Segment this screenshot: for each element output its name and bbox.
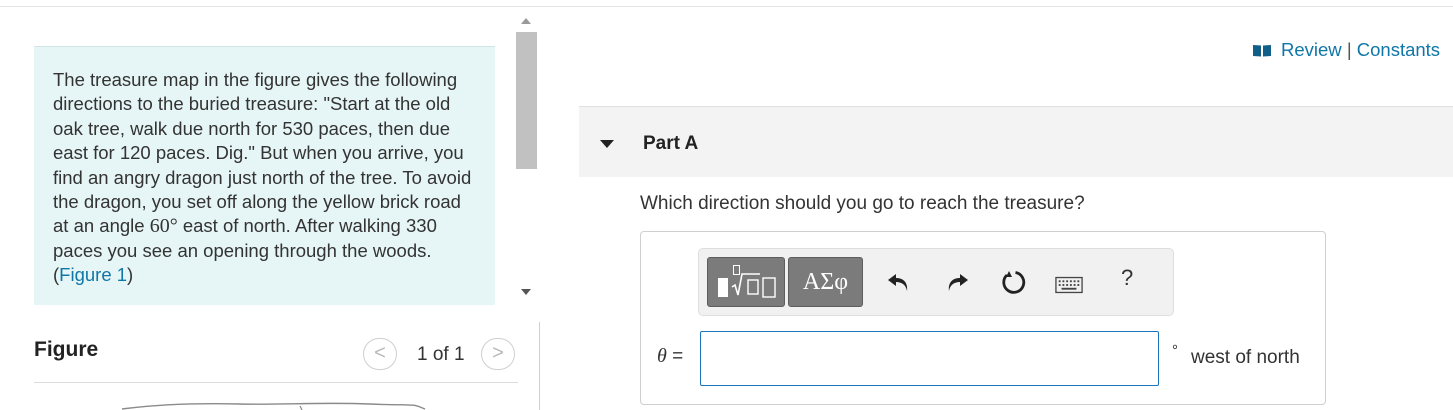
figure-divider [34,382,518,383]
answer-input[interactable] [700,331,1159,386]
reset-icon[interactable] [999,268,1027,296]
prev-figure-button[interactable]: < [363,338,397,370]
link-separator: | [1346,39,1352,60]
angle-value: 60° [149,215,178,238]
figure-link[interactable]: Figure 1 [59,264,127,285]
greek-symbols-button[interactable]: ΑΣφ [788,257,863,307]
scroll-down-arrow-icon[interactable] [521,289,531,295]
figure-counter: 1 of 1 [417,344,465,365]
question-text: Which direction should you go to reach t… [640,193,1085,214]
figure-title: Figure [34,338,99,361]
top-divider [0,6,1453,7]
scrollbar-thumb[interactable] [516,32,537,169]
panel-divider [539,322,540,410]
constants-link[interactable]: Constants [1357,39,1440,60]
part-title: Part A [643,133,699,154]
review-constants-links: Review | Constants [1252,39,1440,62]
problem-statement-panel: The treasure map in the figure gives the… [34,46,495,305]
review-link[interactable]: Review [1281,39,1342,60]
equals-sign: = [666,346,684,367]
next-figure-button[interactable]: > [481,338,515,370]
scroll-up-arrow-icon[interactable] [521,18,531,24]
keyboard-icon[interactable] [1055,271,1083,299]
degree-symbol: ° [1172,342,1178,359]
part-a-header[interactable]: Part A [579,106,1453,177]
answer-area: ΑΣφ ? θ = ° west of north [640,231,1326,405]
left-panel-scrollbar[interactable] [514,10,538,300]
problem-text-part-1: The treasure map in the figure gives the… [53,69,472,237]
redo-icon[interactable] [943,268,971,296]
treasure-map-figure [121,402,426,410]
problem-text: The treasure map in the figure gives the… [53,68,478,288]
templates-button[interactable] [707,257,785,307]
theta-symbol: θ [657,345,667,367]
undo-icon[interactable] [885,268,913,296]
fraction-sqrt-template-icon [718,265,776,298]
book-icon [1252,40,1272,62]
collapse-caret-icon[interactable] [600,140,614,148]
math-toolbar: ΑΣφ ? [698,248,1174,316]
problem-text-close: ) [127,264,134,286]
unit-label: west of north [1191,347,1300,368]
answer-variable-label: θ = [657,345,683,368]
help-button[interactable]: ? [1121,265,1133,291]
